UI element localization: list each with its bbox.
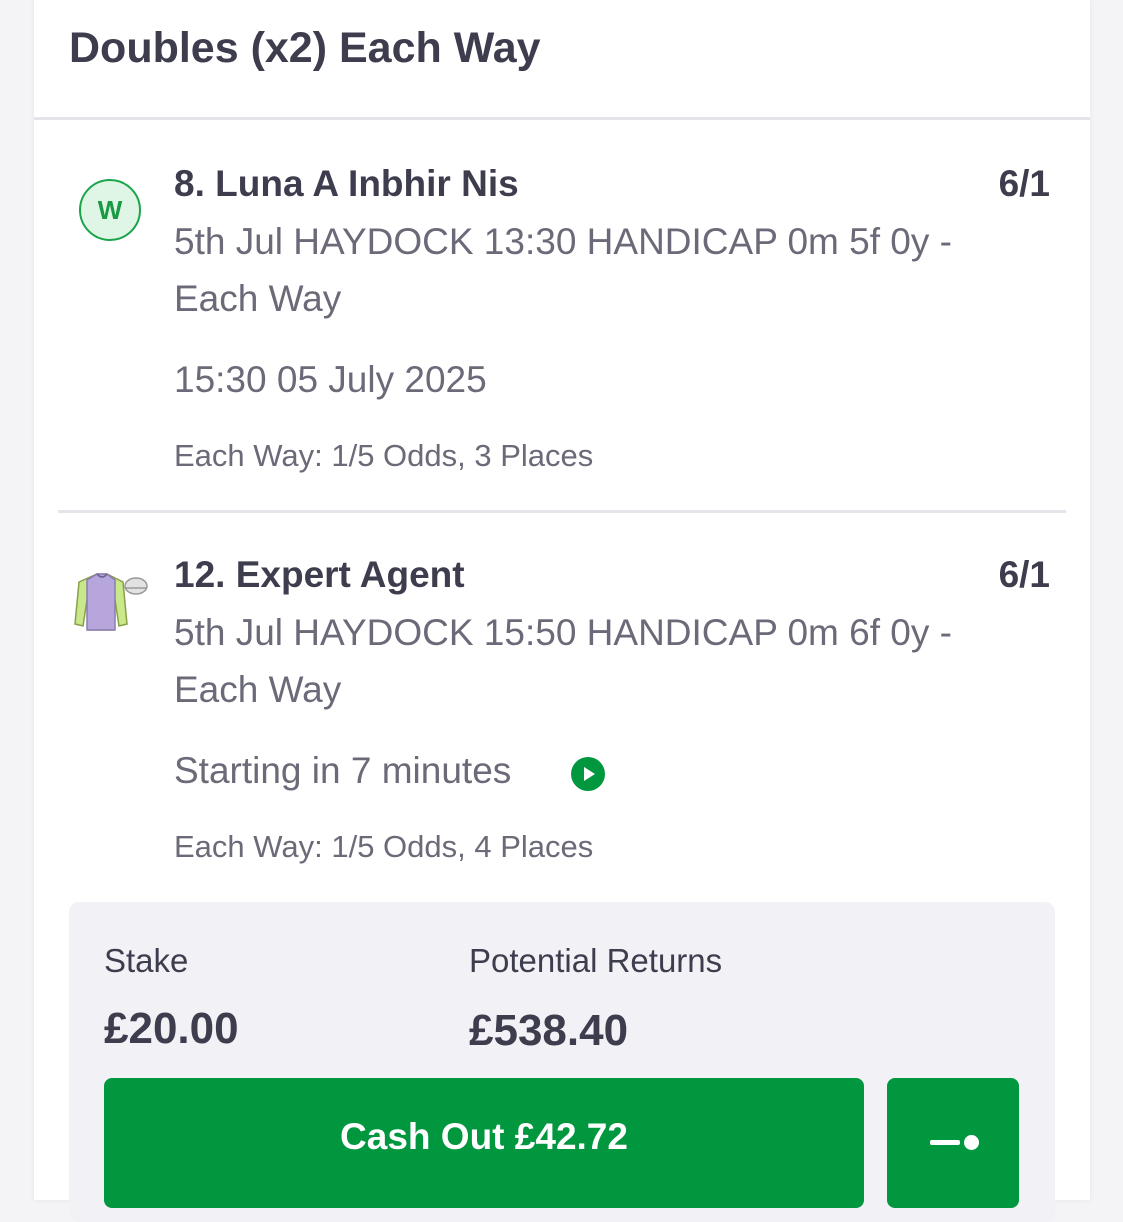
runner-name: 12. Expert Agent <box>174 554 465 595</box>
cash-out-label: Cash Out £42.72 <box>340 1116 628 1157</box>
stake-summary: Stake £20.00 Potential Returns £538.40 C… <box>69 902 1055 1222</box>
slider-dot-icon <box>964 1135 979 1150</box>
slider-line-icon <box>930 1140 960 1145</box>
runner-name: 8. Luna A Inbhir Nis <box>174 163 519 204</box>
cash-out-button[interactable]: Cash Out £42.72 <box>104 1078 864 1208</box>
runner-odds: 6/1 <box>998 163 1050 204</box>
bet-card: Doubles (x2) Each Way W 8. Luna A Inbhir… <box>34 0 1090 1222</box>
event-description: 5th Jul HAYDOCK 13:30 HANDICAP 0m 5f 0y … <box>174 221 952 319</box>
event-description: 5th Jul HAYDOCK 15:50 HANDICAP 0m 6f 0y … <box>174 612 952 710</box>
selection-divider <box>58 510 1066 513</box>
runner-odds: 6/1 <box>998 554 1050 595</box>
each-way-terms: Each Way: 1/5 Odds, 3 Places <box>174 438 594 473</box>
event-time: 15:30 05 July 2025 <box>174 359 487 400</box>
bet-header: Doubles (x2) Each Way <box>34 0 1090 120</box>
win-badge-icon: W <box>79 179 141 241</box>
each-way-terms: Each Way: 1/5 Odds, 4 Places <box>174 829 594 864</box>
returns-label: Potential Returns <box>469 942 723 979</box>
selection-item: 12. Expert Agent 6/1 5th Jul HAYDOCK 15:… <box>34 516 1090 900</box>
stake-label: Stake <box>104 942 189 979</box>
stake-value: £20.00 <box>104 1004 239 1053</box>
selection-item: W 8. Luna A Inbhir Nis 6/1 5th Jul HAYDO… <box>34 123 1090 513</box>
bet-title: Doubles (x2) Each Way <box>69 24 541 72</box>
partial-cash-out-button[interactable] <box>887 1078 1019 1208</box>
event-countdown: Starting in 7 minutes <box>174 750 512 791</box>
jockey-silks-icon <box>74 573 148 631</box>
live-play-icon[interactable] <box>570 756 606 792</box>
returns-value: £538.40 <box>469 1006 629 1055</box>
win-badge-label: W <box>97 194 123 225</box>
